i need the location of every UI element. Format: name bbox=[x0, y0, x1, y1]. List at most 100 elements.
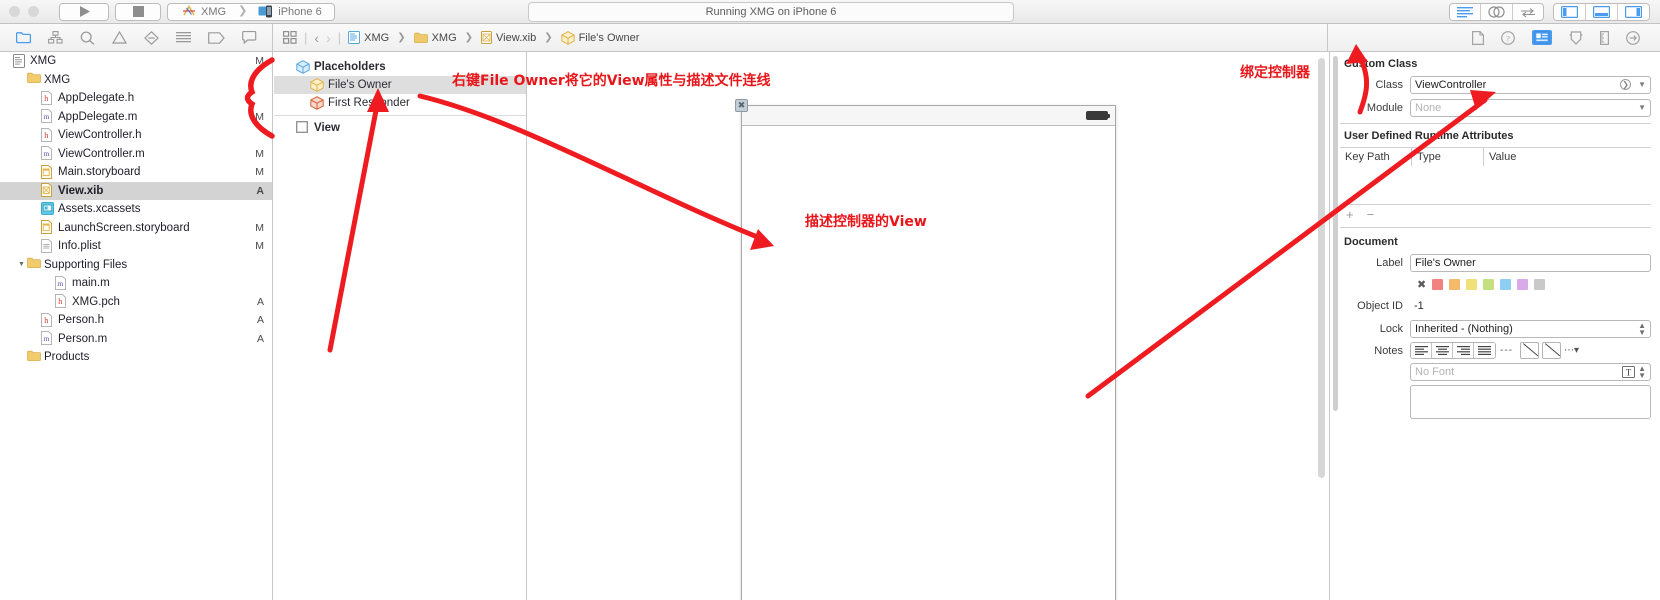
toggle-debug-area-icon[interactable] bbox=[1586, 4, 1618, 20]
text-color-icon[interactable] bbox=[1520, 342, 1539, 359]
canvas-resize-handle[interactable]: ✖ bbox=[735, 99, 748, 112]
size-inspector-icon[interactable] bbox=[1600, 30, 1609, 45]
navigator-row[interactable]: XMG bbox=[0, 71, 272, 90]
label-input[interactable]: File's Owner bbox=[1410, 253, 1651, 272]
file-inspector-icon[interactable] bbox=[1472, 30, 1484, 45]
report-navigator-icon[interactable] bbox=[242, 31, 257, 44]
interface-builder-canvas[interactable]: ✖ bbox=[528, 52, 1329, 600]
more-options-icon[interactable]: ⋯▾ bbox=[1561, 345, 1579, 356]
label-color-swatch[interactable] bbox=[1500, 278, 1512, 290]
navigator-row[interactable]: h XMG.pch A bbox=[0, 293, 272, 312]
editor-mode-group[interactable] bbox=[1449, 3, 1544, 21]
find-navigator-icon[interactable] bbox=[80, 30, 95, 45]
breadcrumb-item-file[interactable]: View.xib bbox=[481, 31, 536, 44]
class-combobox[interactable]: ViewController ❯ ▼ bbox=[1410, 75, 1651, 94]
jump-to-definition-icon[interactable]: ❯ bbox=[1620, 79, 1632, 90]
breakpoint-navigator-icon[interactable] bbox=[208, 31, 225, 44]
notes-textarea[interactable] bbox=[1410, 385, 1651, 419]
standard-editor-icon[interactable] bbox=[1450, 4, 1481, 20]
align-right-icon[interactable] bbox=[1453, 343, 1474, 358]
breadcrumb-item-group[interactable]: XMG bbox=[413, 32, 457, 44]
toggle-navigator-icon[interactable] bbox=[1554, 4, 1586, 20]
assistant-editor-icon[interactable] bbox=[1481, 4, 1513, 20]
test-navigator-icon[interactable] bbox=[144, 30, 159, 45]
version-editor-icon[interactable] bbox=[1513, 4, 1543, 20]
breadcrumb-item-object[interactable]: File's Owner bbox=[560, 30, 639, 45]
minimize-button[interactable] bbox=[28, 6, 39, 17]
scheme-selector[interactable]: XMG ❯ iPhone 6 bbox=[167, 2, 335, 21]
navigator-row[interactable]: LaunchScreen.storyboard M bbox=[0, 219, 272, 238]
outline-row[interactable]: File's Owner bbox=[274, 76, 526, 94]
connections-inspector-icon[interactable] bbox=[1626, 30, 1640, 45]
breadcrumb-item-project[interactable]: XMG bbox=[348, 31, 389, 44]
remove-attribute-icon[interactable]: − bbox=[1367, 207, 1375, 222]
quick-help-inspector-icon[interactable]: ? bbox=[1501, 30, 1515, 45]
module-combobox[interactable]: None ▼ bbox=[1410, 98, 1651, 117]
chevron-down-icon[interactable]: ▼ bbox=[1634, 103, 1646, 112]
navigator-row[interactable]: Info.plist M bbox=[0, 237, 272, 256]
symbol-navigator-icon[interactable] bbox=[48, 31, 63, 44]
navigator-row[interactable]: h AppDelegate.h bbox=[0, 89, 272, 108]
document-outline[interactable]: Placeholders File's Owner First Responder V… bbox=[274, 52, 527, 600]
lock-popup[interactable]: Inherited - (Nothing) ▲ ▼ bbox=[1410, 319, 1651, 338]
view-panels-group[interactable] bbox=[1553, 3, 1650, 21]
canvas-scrollbar[interactable] bbox=[1318, 58, 1325, 478]
close-button[interactable] bbox=[9, 6, 20, 17]
text-style-icon[interactable] bbox=[1542, 342, 1561, 359]
align-justify-icon[interactable] bbox=[1474, 343, 1495, 358]
label-color-swatch[interactable] bbox=[1517, 278, 1529, 290]
notes-alignment-group[interactable] bbox=[1410, 342, 1496, 359]
navigator-row[interactable]: h Person.h A bbox=[0, 311, 272, 330]
label-color-swatch[interactable] bbox=[1466, 278, 1478, 290]
font-panel-icon[interactable]: T bbox=[1622, 366, 1636, 378]
align-center-icon[interactable] bbox=[1432, 343, 1453, 358]
issue-navigator-icon[interactable] bbox=[112, 31, 127, 44]
identity-inspector[interactable]: Custom Class Class ViewController ❯ ▼ Mo… bbox=[1329, 52, 1660, 600]
label-color-swatch[interactable] bbox=[1483, 278, 1495, 290]
outline-row[interactable]: First Responder bbox=[274, 94, 526, 112]
identity-inspector-icon[interactable] bbox=[1532, 30, 1552, 45]
outline-row[interactable]: View bbox=[274, 119, 526, 137]
navigator-row[interactable]: m ViewController.m M bbox=[0, 145, 272, 164]
navigator-row[interactable]: m main.m bbox=[0, 274, 272, 293]
udra-table[interactable]: Key Path Type Value bbox=[1340, 147, 1651, 205]
navigator-row[interactable]: Assets.xcassets bbox=[0, 200, 272, 219]
stop-button[interactable] bbox=[115, 2, 161, 21]
navigator-row[interactable]: ▼ Supporting Files bbox=[0, 256, 272, 275]
attributes-inspector-icon[interactable] bbox=[1569, 30, 1583, 45]
udra-add-remove[interactable]: + − bbox=[1340, 205, 1660, 225]
navigator-row[interactable]: m AppDelegate.m M bbox=[0, 108, 272, 127]
view-canvas-object[interactable]: ✖ bbox=[735, 99, 1116, 600]
run-icon[interactable] bbox=[60, 3, 108, 20]
chevron-left-icon[interactable]: ‹ bbox=[314, 31, 319, 45]
align-left-icon[interactable] bbox=[1411, 343, 1432, 358]
notes-font-field[interactable]: No Font T ▲ ▼ bbox=[1410, 363, 1651, 381]
navigator-row[interactable]: h ViewController.h bbox=[0, 126, 272, 145]
disclosure-triangle-icon[interactable]: ▼ bbox=[16, 261, 27, 268]
run-button[interactable] bbox=[59, 2, 109, 21]
label-color-swatch[interactable] bbox=[1432, 278, 1444, 290]
destination-button[interactable]: iPhone 6 bbox=[254, 4, 325, 20]
navigator-row[interactable]: m Person.m A bbox=[0, 330, 272, 349]
navigator-row[interactable]: XMG M bbox=[0, 52, 272, 71]
no-color-icon[interactable]: ✖ bbox=[1417, 278, 1426, 291]
toggle-inspector-icon[interactable] bbox=[1618, 4, 1649, 20]
project-navigator[interactable]: XMG M XMG h AppDelegate.h m AppDelegate.m Mh Vie… bbox=[0, 52, 273, 600]
add-attribute-icon[interactable]: + bbox=[1346, 207, 1354, 222]
inspector-scrollbar[interactable] bbox=[1333, 56, 1338, 411]
navigator-row[interactable]: Products bbox=[0, 348, 272, 367]
stop-icon[interactable] bbox=[116, 3, 160, 20]
label-color-swatch[interactable] bbox=[1449, 278, 1461, 290]
label-color-swatches[interactable]: ✖ bbox=[1340, 276, 1660, 292]
line-break-icon[interactable]: --- bbox=[1496, 345, 1517, 356]
chevron-right-icon[interactable]: › bbox=[326, 31, 331, 45]
project-navigator-icon[interactable] bbox=[16, 31, 31, 44]
debug-navigator-icon[interactable] bbox=[176, 31, 191, 44]
chevron-down-icon[interactable]: ▼ bbox=[1634, 80, 1646, 89]
outline-row[interactable]: Placeholders bbox=[274, 58, 526, 76]
navigator-row[interactable]: Main.storyboard M bbox=[0, 163, 272, 182]
navigator-row[interactable]: View.xib A bbox=[0, 181, 272, 200]
font-stepper-icon[interactable]: ▲ ▼ bbox=[1635, 365, 1646, 380]
scheme-button[interactable]: XMG bbox=[176, 4, 231, 20]
related-items-icon[interactable] bbox=[283, 31, 297, 44]
